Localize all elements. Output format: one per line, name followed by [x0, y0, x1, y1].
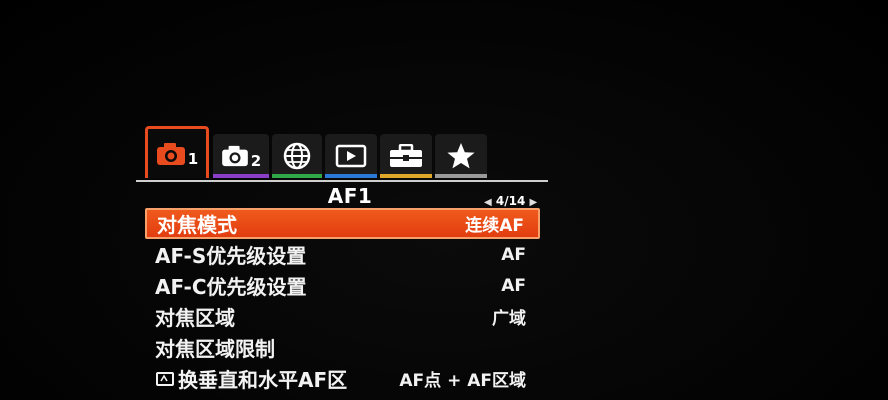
chevron-left-icon[interactable]: ◀	[484, 197, 492, 208]
menu-item-afs-priority[interactable]: AF-S优先级设置 AF	[145, 239, 540, 270]
menu-tabs: 1 2	[145, 126, 490, 178]
camera-menu-screen: 1 2 AF1 ◀ 4/14 ▶ 对焦模式 连续AF AF-S优先级设置 AF …	[0, 0, 888, 400]
header-divider	[136, 180, 548, 182]
tab-camera2[interactable]: 2	[213, 134, 269, 178]
chevron-right-icon[interactable]: ▶	[530, 197, 538, 208]
menu-item-switch-vh-af-area[interactable]: 换垂直和水平AF区 AF点 + AF区域	[145, 363, 540, 394]
menu-item-label-wrap: 换垂直和水平AF区	[145, 364, 347, 394]
tab-network[interactable]	[272, 134, 322, 178]
menu-item-label: AF-S优先级设置	[155, 244, 307, 268]
menu-item-value: AF	[501, 275, 526, 296]
globe-icon	[283, 142, 311, 170]
menu-item-value: 连续AF	[465, 216, 524, 236]
page-title: AF1	[327, 184, 373, 208]
tab-mymenu[interactable]	[435, 134, 487, 178]
tab-color-stripe	[325, 174, 377, 178]
tab-color-stripe	[380, 174, 432, 178]
menu-item-label: AF-C优先级设置	[155, 275, 307, 299]
menu-item-focus-area-limit[interactable]: 对焦区域限制	[145, 332, 540, 363]
tab-color-stripe	[213, 174, 269, 178]
menu-item-label: 对焦区域限制	[155, 337, 275, 361]
menu-list: 对焦模式 连续AF AF-S优先级设置 AF AF-C优先级设置 AF 对焦区域…	[145, 208, 540, 394]
menu-item-value: AF点 + AF区域	[399, 371, 526, 391]
menu-item-label: 对焦模式	[157, 213, 237, 237]
camera-icon	[156, 142, 186, 166]
tab-camera1[interactable]: 1	[145, 126, 209, 178]
camera-icon	[221, 145, 249, 167]
menu-item-value: 广域	[492, 309, 526, 329]
toolbox-icon	[389, 144, 423, 168]
menu-item-focus-area[interactable]: 对焦区域 广域	[145, 301, 540, 332]
play-icon	[335, 144, 367, 168]
tab-number: 2	[250, 152, 262, 170]
rotate-frame-icon	[155, 369, 175, 393]
tab-setup[interactable]	[380, 134, 432, 178]
tab-color-stripe	[272, 174, 322, 178]
tab-number: 1	[187, 149, 199, 168]
page-indicator[interactable]: ◀ 4/14 ▶	[484, 194, 537, 208]
page-indicator-text: 4/14	[495, 194, 526, 208]
tab-playback[interactable]	[325, 134, 377, 178]
menu-item-label: 换垂直和水平AF区	[178, 367, 348, 392]
menu-item-afc-priority[interactable]: AF-C优先级设置 AF	[145, 270, 540, 301]
menu-item-label: 对焦区域	[155, 306, 235, 330]
menu-item-value: AF	[501, 244, 526, 265]
menu-item-focus-mode[interactable]: 对焦模式 连续AF	[145, 208, 540, 239]
star-icon	[446, 142, 476, 170]
tab-color-stripe	[435, 174, 487, 178]
